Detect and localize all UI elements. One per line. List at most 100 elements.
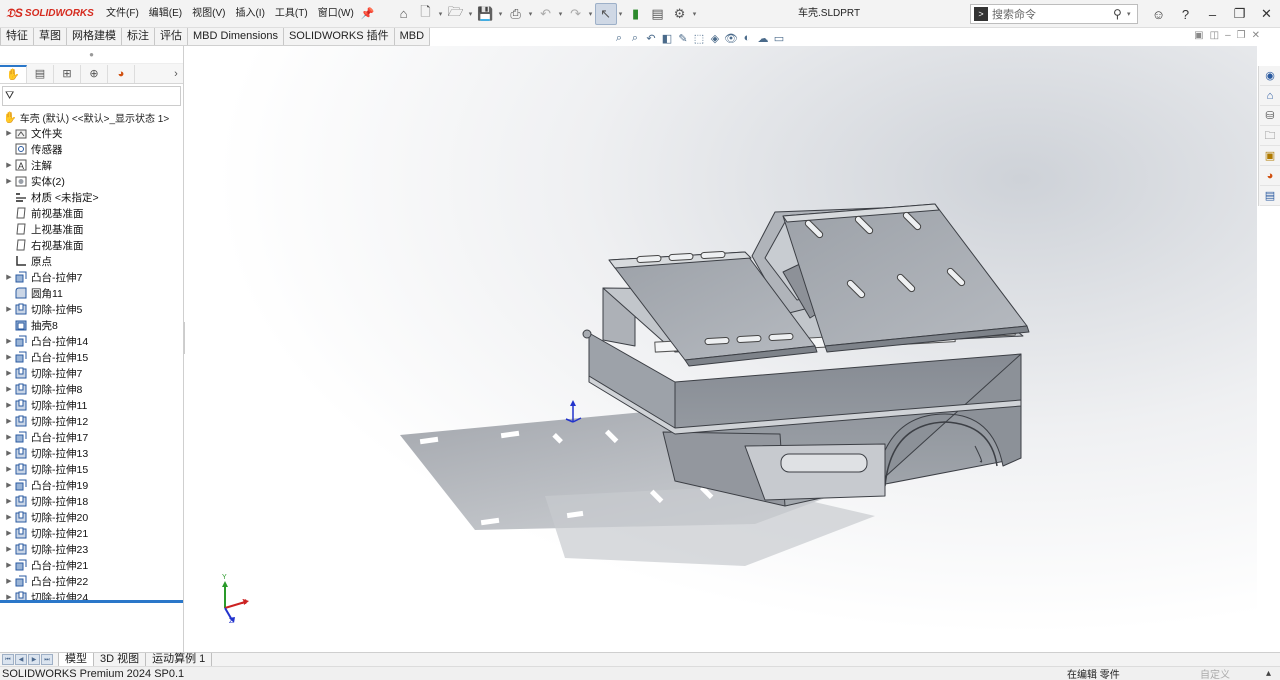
menu-file[interactable]: 文件(F) — [101, 0, 144, 28]
expand-arrow-icon[interactable]: ▶ — [4, 497, 14, 505]
chevron-down-icon[interactable]: ▾ — [527, 10, 535, 18]
open-folder-icon[interactable]: 🗁 — [445, 3, 467, 25]
tab-motion-study-1[interactable]: 运动算例 1 — [145, 653, 213, 666]
expand-arrow-icon[interactable]: ▶ — [4, 561, 14, 569]
tree-node[interactable]: ▶ 切除-拉伸20 — [0, 509, 183, 525]
expand-arrow-icon[interactable]: ▶ — [4, 161, 14, 169]
undo-icon[interactable]: ↶ — [535, 3, 557, 25]
units-customize[interactable]: 自定义 — [1200, 666, 1230, 680]
tab-features[interactable]: 特征 — [0, 28, 34, 45]
menu-view[interactable]: 视图(V) — [187, 0, 230, 28]
tree-node[interactable]: ▶ 凸台-拉伸14 — [0, 333, 183, 349]
menu-edit[interactable]: 编辑(E) — [144, 0, 187, 28]
select-pointer-icon[interactable]: ↖ — [594, 2, 617, 25]
menu-tools[interactable]: 工具(T) — [270, 0, 313, 28]
chevron-down-icon[interactable]: ▾ — [691, 10, 699, 18]
expand-arrow-icon[interactable]: ▶ — [4, 465, 14, 473]
tree-node[interactable]: ▶ 文件夹 — [0, 125, 183, 141]
expand-arrow-icon[interactable]: ▶ — [4, 433, 14, 441]
solidworks-logo[interactable]: 𝔇S SOLIDWORKS — [6, 6, 94, 21]
tab-sketch[interactable]: 草图 — [34, 28, 67, 45]
tree-node[interactable]: ▶ 切除-拉伸21 — [0, 525, 183, 541]
display-manager-tab-icon[interactable]: ◕ — [108, 64, 135, 83]
zoom-to-fit-icon[interactable]: ⌕ — [612, 32, 626, 45]
apply-scene-icon[interactable]: ☁ — [756, 32, 770, 45]
tree-filter-box[interactable]: ⛛ — [2, 86, 181, 106]
design-library-icon[interactable]: ⛁ — [1260, 106, 1280, 126]
first-tab-icon[interactable]: ⏮ — [2, 654, 14, 665]
chevron-down-icon[interactable]: ▾ — [497, 10, 505, 18]
tree-node[interactable]: 圆角11 — [0, 285, 183, 301]
redo-icon[interactable]: ↷ — [565, 3, 587, 25]
tab-model[interactable]: 模型 — [58, 653, 94, 666]
expand-arrow-icon[interactable]: ▶ — [4, 369, 14, 377]
tab-mbd-dimensions[interactable]: MBD Dimensions — [188, 28, 284, 45]
expand-arrow-icon[interactable]: ▶ — [4, 401, 14, 409]
file-properties-icon[interactable]: ▤ — [647, 3, 669, 25]
expand-arrow-icon[interactable]: ▶ — [4, 129, 14, 137]
appearances-scenes-icon[interactable]: ◕ — [1260, 166, 1280, 186]
search-commands-box[interactable]: > 搜索命令 ⚲ ▾ — [970, 4, 1138, 24]
chevron-down-icon[interactable]: ▾ — [467, 10, 475, 18]
chevron-down-icon[interactable]: ▾ — [617, 10, 625, 18]
tab-mesh-modeling[interactable]: 网格建模 — [67, 28, 122, 45]
expand-arrow-icon[interactable]: ▶ — [4, 337, 14, 345]
expand-arrow-icon[interactable]: ▶ — [4, 353, 14, 361]
previous-tab-icon[interactable]: ◀ — [15, 654, 27, 665]
expand-arrow-icon[interactable]: ▶ — [4, 529, 14, 537]
panel-grip[interactable]: ● — [0, 46, 183, 64]
tree-node[interactable]: ▶ 切除-拉伸12 — [0, 413, 183, 429]
expand-arrow-icon[interactable]: ▶ — [4, 305, 14, 313]
tree-root-part[interactable]: ✋ 车壳 (默认) <<默认>_显示状态 1> — [0, 109, 183, 125]
tree-node[interactable]: ▶ 切除-拉伸15 — [0, 461, 183, 477]
chevron-down-icon[interactable]: ▾ — [587, 10, 595, 18]
property-manager-tab-icon[interactable]: ▤ — [27, 64, 54, 83]
print-icon[interactable]: ⎙ — [505, 3, 527, 25]
last-tab-icon[interactable]: ⏭ — [41, 654, 53, 665]
tab-evaluate[interactable]: 评估 — [155, 28, 188, 45]
rollback-bar[interactable] — [0, 600, 183, 603]
tree-node[interactable]: ▶ 切除-拉伸11 — [0, 397, 183, 413]
new-document-icon[interactable]: 🗋 — [415, 3, 437, 25]
home-icon[interactable]: ⌂ — [393, 3, 415, 25]
tree-node[interactable]: ▶ 切除-拉伸8 — [0, 381, 183, 397]
tab-3d-views[interactable]: 3D 视图 — [93, 653, 147, 666]
tab-solidworks-addins[interactable]: SOLIDWORKS 插件 — [284, 28, 395, 45]
chevron-down-icon[interactable]: ▾ — [1127, 10, 1137, 18]
tree-node[interactable]: ▶ 切除-拉伸7 — [0, 365, 183, 381]
tree-node[interactable]: 原点 — [0, 253, 183, 269]
next-tab-icon[interactable]: ▶ — [28, 654, 40, 665]
tree-node[interactable]: ▶ 凸台-拉伸22 — [0, 573, 183, 589]
solidworks-resources-icon[interactable]: ◉ — [1260, 66, 1280, 86]
expand-arrow-icon[interactable]: ▶ — [4, 177, 14, 185]
tree-node[interactable]: 前视基准面 — [0, 205, 183, 221]
expand-arrow-icon[interactable]: ▶ — [4, 273, 14, 281]
save-icon[interactable]: 💾 — [475, 3, 497, 25]
tree-node[interactable]: ▶ 凸台-拉伸17 — [0, 429, 183, 445]
expand-arrow-icon[interactable]: ▶ — [4, 385, 14, 393]
tree-node[interactable]: ▶ 凸台-拉伸19 — [0, 477, 183, 493]
rebuild-traffic-light-icon[interactable]: ▮ — [625, 3, 647, 25]
viewport-minimize-icon[interactable]: – — [1225, 30, 1231, 41]
options-gear-icon[interactable]: ⚙ — [669, 3, 691, 25]
close-icon[interactable]: ✕ — [1253, 6, 1280, 22]
search-icon[interactable]: ⚲ — [1113, 7, 1127, 21]
help-icon[interactable]: ? — [1172, 7, 1199, 22]
home-icon[interactable]: ⌂ — [1260, 86, 1280, 106]
expand-arrow-icon[interactable]: ▶ — [4, 481, 14, 489]
restore-icon[interactable]: ❐ — [1226, 6, 1253, 22]
menu-insert[interactable]: 插入(I) — [230, 0, 269, 28]
tab-markup[interactable]: 标注 — [122, 28, 155, 45]
tree-node[interactable]: 材质 <未指定> — [0, 189, 183, 205]
pin-icon[interactable]: 📌 — [361, 7, 375, 20]
tree-node[interactable]: ▶ A 注解 — [0, 157, 183, 173]
dynamic-annotation-icon[interactable]: ✎ — [676, 32, 690, 45]
view-settings-icon[interactable]: ▭ — [772, 32, 786, 45]
file-explorer-icon[interactable]: 🗀 — [1260, 126, 1280, 146]
expand-arrow-icon[interactable]: ▶ — [4, 577, 14, 585]
section-view-icon[interactable]: ◧ — [660, 32, 674, 45]
tree-node[interactable]: 传感器 — [0, 141, 183, 157]
hide-show-items-icon[interactable]: 👁 — [724, 32, 738, 45]
menu-window[interactable]: 窗口(W) — [313, 0, 359, 28]
user-account-icon[interactable]: ☺ — [1145, 7, 1172, 22]
